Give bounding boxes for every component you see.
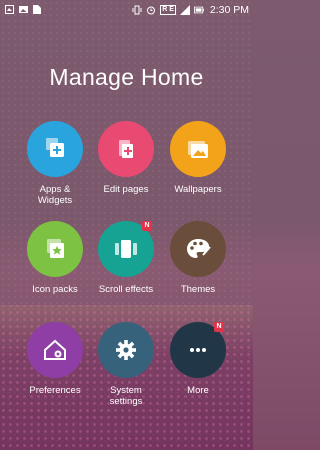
signal-icon <box>179 4 190 15</box>
themes-label: Themes <box>180 284 216 295</box>
tile-preferences[interactable]: Preferences <box>15 322 95 396</box>
tile-wallpapers[interactable]: Wallpapers <box>158 121 238 195</box>
wallpapers-button[interactable] <box>170 121 226 177</box>
preferences-label: Preferences <box>29 385 81 396</box>
edit-pages-icon <box>112 135 140 163</box>
ne-icon: R E <box>160 4 176 15</box>
status-bar: R E 2:30 PM <box>0 0 253 19</box>
icon-packs-label: Icon packs <box>32 284 78 295</box>
icon-packs-button[interactable] <box>27 221 83 277</box>
apps-widgets-button[interactable] <box>27 121 83 177</box>
tile-edit-pages[interactable]: Edit pages <box>86 121 166 195</box>
vibrate-icon <box>132 5 142 15</box>
system-settings-button[interactable] <box>98 322 154 378</box>
page-title: Manage Home <box>49 64 204 90</box>
tile-icon-packs[interactable]: Icon packs <box>15 221 95 295</box>
file-icon <box>32 5 42 15</box>
image-icon <box>4 5 14 15</box>
apps-widgets-icon <box>41 135 69 163</box>
themes-button[interactable] <box>170 221 226 277</box>
edit-pages-button[interactable] <box>98 121 154 177</box>
status-bar-left <box>4 5 42 15</box>
preferences-button[interactable] <box>27 322 83 378</box>
battery-icon <box>193 5 204 15</box>
tile-apps-widgets[interactable]: Apps & Widgets <box>15 121 95 206</box>
wallpapers-icon <box>184 135 212 163</box>
scroll-effects-icon <box>112 235 140 263</box>
system-settings-label: System settings <box>109 385 143 407</box>
scroll-effects-label: Scroll effects <box>98 284 154 295</box>
status-bar-right: R E 2:30 PM <box>132 4 249 16</box>
alarm-icon <box>146 5 156 15</box>
apps-widgets-label: Apps & Widgets <box>37 184 73 206</box>
settings-gear-icon <box>112 336 140 364</box>
edit-pages-label: Edit pages <box>103 184 149 195</box>
status-time: 2:30 PM <box>209 3 249 16</box>
more-label: More <box>187 385 209 396</box>
scroll-effects-button[interactable]: N <box>98 221 154 277</box>
tile-more[interactable]: N More <box>158 322 238 396</box>
more-button[interactable]: N <box>170 322 226 378</box>
tile-scroll-effects[interactable]: N Scroll effects <box>86 221 166 295</box>
image-icon <box>18 5 28 15</box>
wallpapers-label: Wallpapers <box>174 184 222 195</box>
new-badge: N <box>214 322 224 332</box>
preferences-icon <box>41 336 69 364</box>
more-dots-icon <box>184 336 212 364</box>
tile-themes[interactable]: Themes <box>158 221 238 295</box>
themes-icon <box>184 235 212 263</box>
new-badge: N <box>142 221 152 231</box>
tile-system-settings[interactable]: System settings <box>86 322 166 407</box>
icon-packs-icon <box>41 235 69 263</box>
